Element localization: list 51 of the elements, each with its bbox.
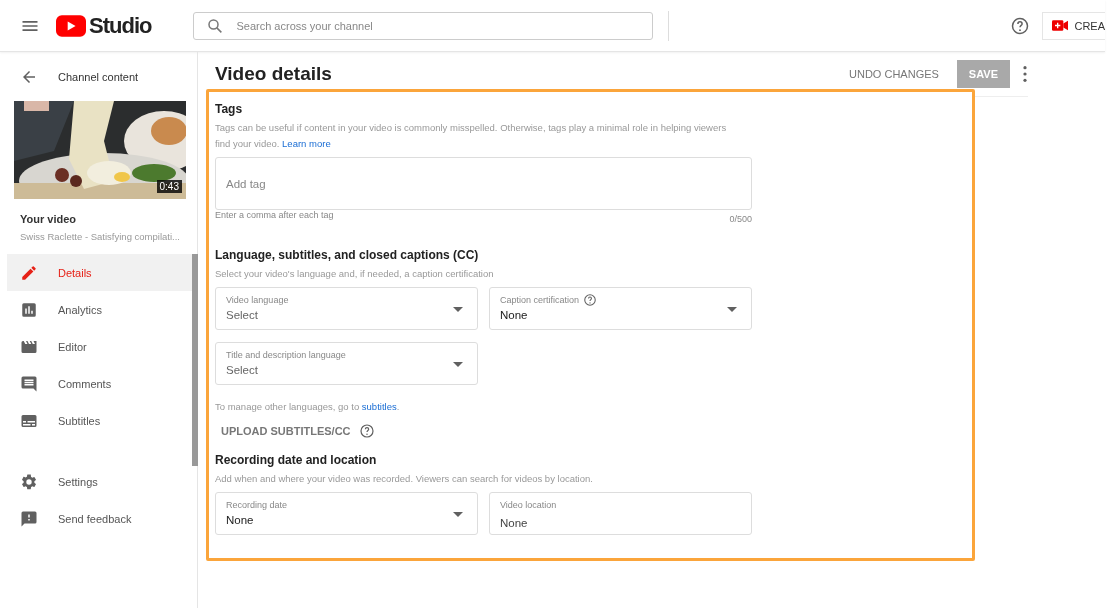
video-heading: Your video — [20, 213, 78, 225]
dropdown-caret-icon — [727, 307, 737, 312]
back-link[interactable]: Channel content — [58, 71, 139, 83]
play-logo-icon — [56, 14, 86, 37]
section-description: Tags can be useful if content in your video is commonly misspelled. Otherwise, tags play a minimal role in helping viewers find your video. Learn more — [215, 121, 728, 151]
sidebar-item[interactable]: Subtitles — [7, 402, 192, 439]
comment-icon — [20, 374, 38, 393]
dropdown-caret-icon — [453, 362, 463, 367]
learn-more-link[interactable]: Learn more — [282, 138, 331, 149]
help-icon[interactable] — [583, 293, 598, 307]
sidebar-item[interactable]: Send feedback — [7, 500, 192, 537]
sidebar-item[interactable]: Editor — [7, 328, 192, 365]
pencil-icon — [20, 263, 38, 282]
more-icon[interactable] — [1022, 65, 1028, 83]
select-field[interactable]: Video language Select — [215, 287, 478, 330]
sidebar-item[interactable]: Analytics — [7, 291, 192, 328]
select-field[interactable]: Caption certification None — [489, 287, 752, 330]
help-icon[interactable] — [358, 423, 375, 439]
help-icon[interactable] — [1010, 15, 1031, 36]
sidebar-item[interactable]: Settings — [7, 463, 192, 500]
video-camera-icon — [1052, 20, 1069, 31]
section-heading: Language, subtitles, and closed captions (CC) — [215, 248, 480, 262]
dropdown-caret-icon — [453, 512, 463, 517]
undo-button[interactable]: UNDO CHANGES — [843, 67, 945, 81]
section-description: Select your video's language and, if needed, a caption certification — [215, 267, 495, 281]
sidebar-item[interactable]: Details — [7, 254, 192, 291]
page-title: Video details — [215, 63, 332, 85]
select-field[interactable]: Recording date None — [215, 492, 478, 535]
field-hint: Enter a comma after each tag — [215, 210, 334, 222]
subtitles-link[interactable]: subtitles — [361, 401, 397, 412]
input-field[interactable]: Video location None — [489, 492, 752, 535]
search-field[interactable]: Search across your channel — [193, 11, 654, 40]
bar-chart-icon — [20, 300, 38, 319]
character-counter: 0/500 — [729, 214, 752, 224]
tag-input-field[interactable]: Add tag — [215, 157, 752, 210]
settings-icon — [20, 472, 38, 491]
sidebar-item[interactable]: Comments — [7, 365, 192, 402]
dropdown-caret-icon — [453, 307, 463, 312]
section-description: Add when and where your video was recorded. Viewers can search for videos by location. — [215, 472, 594, 486]
upload-subtitles-button[interactable]: UPLOAD SUBTITLES/CC — [221, 425, 351, 437]
feedback-icon — [20, 509, 38, 528]
search-icon — [206, 16, 225, 35]
logo-text: Studio — [89, 12, 152, 39]
section-heading: Tags — [215, 102, 244, 116]
video-title: Swiss Raclette - Satisfying compilati... — [20, 231, 181, 242]
section-heading: Recording date and location — [215, 453, 378, 467]
create-button[interactable]: CREA — [1042, 11, 1105, 40]
manage-languages-text: To manage other languages, go to subtitles. — [215, 400, 401, 414]
duration-badge: 0:43 — [156, 180, 182, 193]
scrollbar[interactable] — [192, 254, 198, 466]
select-field[interactable]: Title and description language Select — [215, 342, 478, 385]
